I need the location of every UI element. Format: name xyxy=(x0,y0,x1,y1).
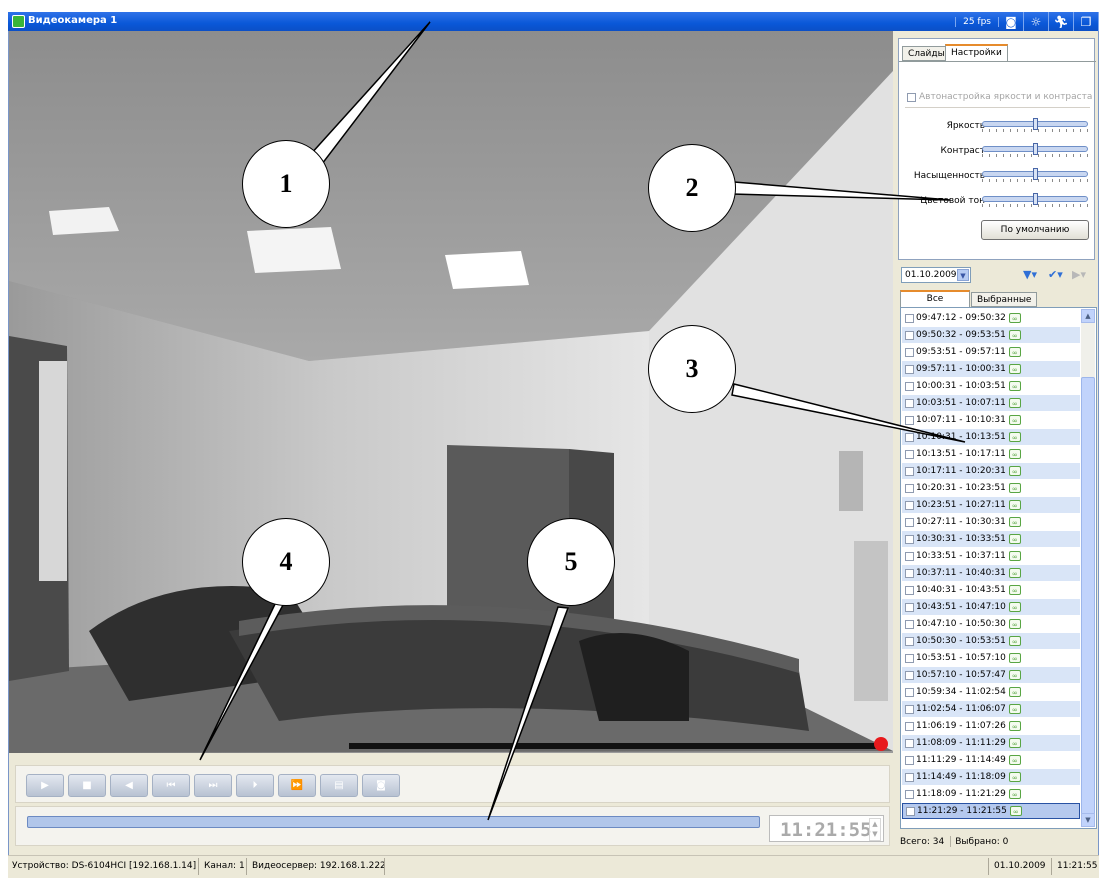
callout-lines xyxy=(199,21,966,821)
callout-3: 3 xyxy=(648,325,736,413)
callout-4: 4 xyxy=(242,518,330,606)
callout-1: 1 xyxy=(242,140,330,228)
callout-2: 2 xyxy=(648,144,736,232)
callout-5: 5 xyxy=(527,518,615,606)
